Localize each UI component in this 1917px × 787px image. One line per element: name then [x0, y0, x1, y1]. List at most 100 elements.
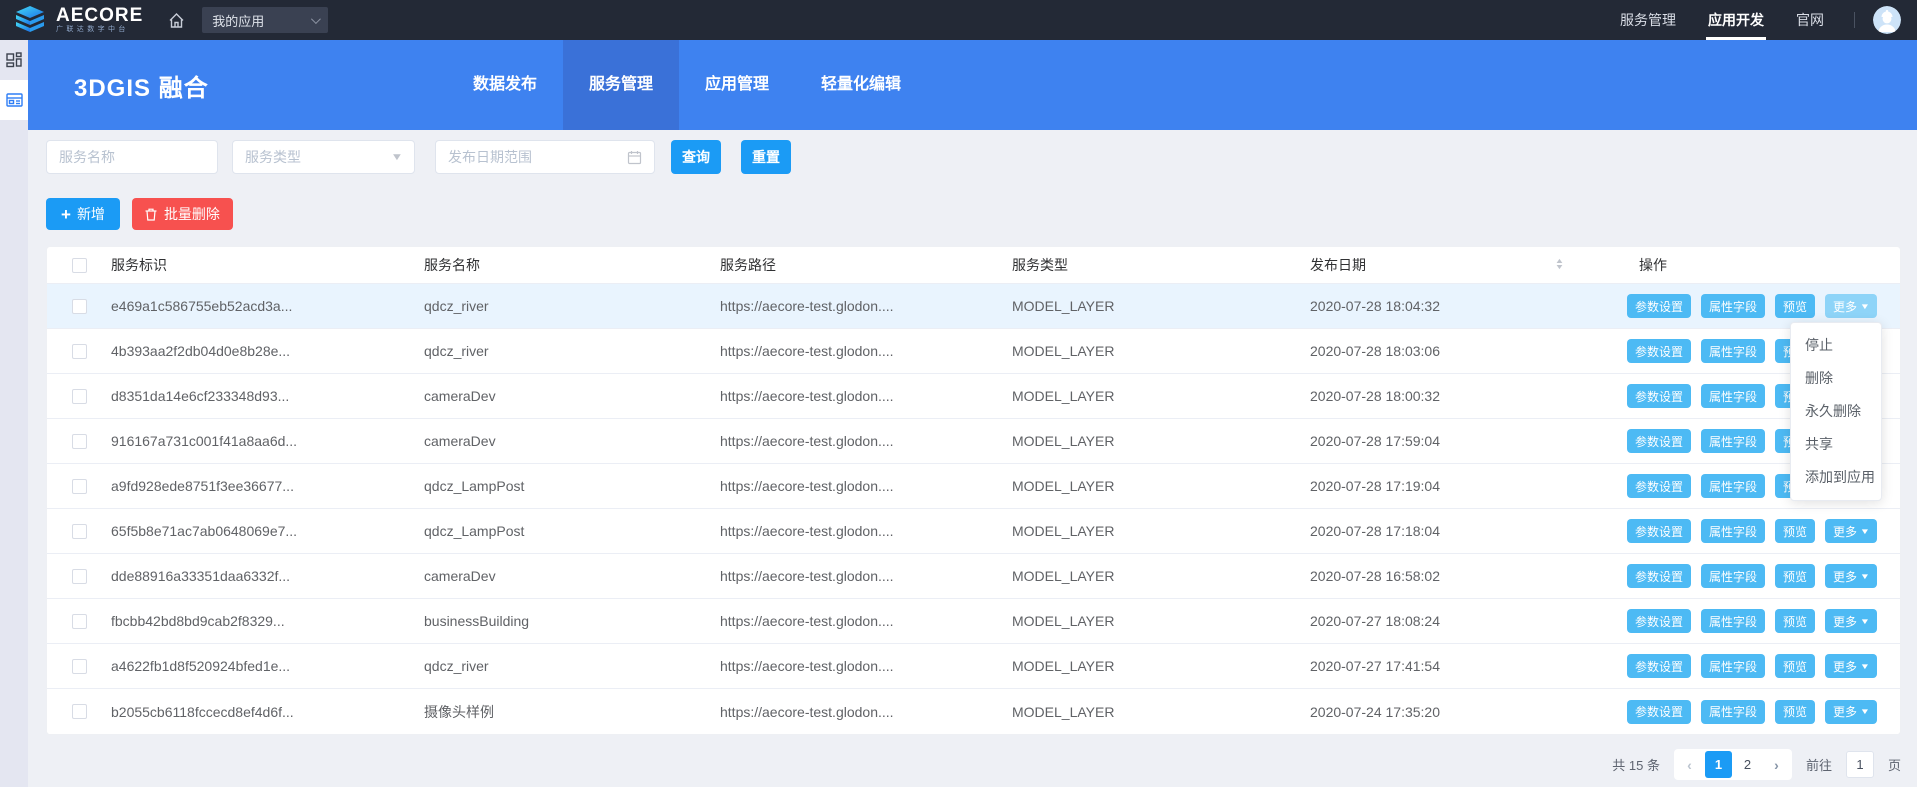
preview-button[interactable]: 预览: [1775, 654, 1815, 678]
row-checkbox[interactable]: [72, 479, 87, 494]
pagination: 共 15 条 ‹ 12 › 前往 页: [46, 749, 1901, 780]
params-button[interactable]: 参数设置: [1627, 700, 1691, 724]
row-checkbox[interactable]: [72, 614, 87, 629]
sidebar-item-services[interactable]: [0, 80, 28, 120]
user-avatar[interactable]: [1873, 6, 1901, 34]
page-numbers: 12: [1705, 751, 1761, 778]
fields-button[interactable]: 属性字段: [1701, 429, 1765, 453]
page-button[interactable]: 2: [1734, 751, 1761, 778]
caret-down-icon: ▼: [391, 152, 404, 163]
page-title: 3DGIS 融合: [74, 68, 359, 103]
column-header-service-name: 服务名称: [424, 255, 720, 275]
home-icon[interactable]: [167, 11, 186, 30]
service-name-input[interactable]: [46, 140, 218, 174]
fields-button[interactable]: 属性字段: [1701, 474, 1765, 498]
select-all-checkbox[interactable]: [72, 258, 87, 273]
topnav-link[interactable]: 官网: [1794, 0, 1826, 40]
table-row: fbcbb42bd8bd9cab2f8329...businessBuildin…: [47, 599, 1900, 644]
row-checkbox[interactable]: [72, 704, 87, 719]
cell-service-id: dde88916a33351daa6332f...: [111, 568, 424, 584]
topnav-active-link[interactable]: 应用开发: [1706, 0, 1766, 40]
cell-service-type: MODEL_LAYER: [1012, 433, 1310, 449]
params-button[interactable]: 参数设置: [1627, 564, 1691, 588]
service-type-select[interactable]: 服务类型 ▼: [232, 140, 415, 174]
page-button[interactable]: 1: [1705, 751, 1732, 778]
app-select[interactable]: 我的应用: [202, 7, 328, 33]
params-button[interactable]: 参数设置: [1627, 519, 1691, 543]
cell-service-id: a9fd928ede8751f3ee36677...: [111, 478, 424, 494]
engineer-avatar-icon: [1873, 6, 1901, 34]
prev-page-button[interactable]: ‹: [1676, 751, 1703, 778]
cell-service-name: qdcz_LampPost: [424, 523, 720, 539]
params-button[interactable]: 参数设置: [1627, 609, 1691, 633]
row-checkbox[interactable]: [72, 299, 87, 314]
toolbar: + 新增 批量删除: [46, 198, 1901, 230]
tab-item[interactable]: 数据发布: [447, 40, 563, 130]
fields-button[interactable]: 属性字段: [1701, 519, 1765, 543]
row-actions: 参数设置属性字段预览更多 ▼: [1581, 609, 1900, 633]
more-button[interactable]: 更多 ▼: [1825, 654, 1877, 678]
preview-button[interactable]: 预览: [1775, 564, 1815, 588]
more-button[interactable]: 更多 ▼: [1825, 519, 1877, 543]
more-button[interactable]: 更多 ▼: [1825, 609, 1877, 633]
menu-item[interactable]: 共享: [1791, 428, 1881, 461]
add-button[interactable]: + 新增: [46, 198, 120, 230]
caret-down-icon: ▼: [1860, 302, 1870, 311]
fields-button[interactable]: 属性字段: [1701, 564, 1765, 588]
more-button[interactable]: 更多 ▼: [1825, 564, 1877, 588]
fields-button[interactable]: 属性字段: [1701, 609, 1765, 633]
cell-service-path: https://aecore-test.glodon....: [720, 613, 1012, 629]
menu-item[interactable]: 添加到应用: [1791, 461, 1881, 494]
nav-divider: [1854, 12, 1855, 28]
cell-service-name: qdcz_LampPost: [424, 478, 720, 494]
tab-item[interactable]: 轻量化编辑: [795, 40, 927, 130]
fields-button[interactable]: 属性字段: [1701, 339, 1765, 363]
cell-publish-date: 2020-07-28 17:19:04: [1310, 478, 1581, 494]
params-button[interactable]: 参数设置: [1627, 429, 1691, 453]
menu-item[interactable]: 停止: [1791, 329, 1881, 362]
menu-item[interactable]: 永久删除: [1791, 395, 1881, 428]
row-checkbox[interactable]: [72, 434, 87, 449]
row-checkbox[interactable]: [72, 524, 87, 539]
more-button[interactable]: 更多 ▼: [1825, 700, 1877, 724]
params-button[interactable]: 参数设置: [1627, 339, 1691, 363]
caret-down-icon: ▼: [1860, 572, 1870, 581]
tab-active[interactable]: 服务管理: [563, 40, 679, 130]
total-count: 共 15 条: [1612, 755, 1660, 774]
reset-button[interactable]: 重置: [741, 140, 791, 174]
row-checkbox[interactable]: [72, 569, 87, 584]
cell-publish-date: 2020-07-27 17:41:54: [1310, 658, 1581, 674]
fields-button[interactable]: 属性字段: [1701, 384, 1765, 408]
publish-date-range-input[interactable]: 发布日期范围: [435, 140, 655, 174]
tab-item[interactable]: 应用管理: [679, 40, 795, 130]
search-button[interactable]: 查询: [671, 140, 721, 174]
row-checkbox[interactable]: [72, 389, 87, 404]
fields-button[interactable]: 属性字段: [1701, 654, 1765, 678]
params-button[interactable]: 参数设置: [1627, 654, 1691, 678]
row-checkbox[interactable]: [72, 344, 87, 359]
caret-down-icon: ▼: [1860, 617, 1870, 626]
row-checkbox[interactable]: [72, 659, 87, 674]
goto-page-input[interactable]: [1846, 751, 1874, 778]
sidebar-item-dashboard[interactable]: [0, 40, 28, 80]
batch-delete-button[interactable]: 批量删除: [132, 198, 233, 230]
preview-button[interactable]: 预览: [1775, 294, 1815, 318]
params-button[interactable]: 参数设置: [1627, 384, 1691, 408]
preview-button[interactable]: 预览: [1775, 519, 1815, 543]
fields-button[interactable]: 属性字段: [1701, 294, 1765, 318]
column-header-service-id: 服务标识: [111, 255, 424, 275]
banner-tabs: 数据发布服务管理应用管理轻量化编辑: [447, 40, 927, 130]
cell-service-name: qdcz_river: [424, 343, 720, 359]
cell-publish-date: 2020-07-28 16:58:02: [1310, 568, 1581, 584]
next-page-button[interactable]: ›: [1763, 751, 1790, 778]
more-button[interactable]: 更多 ▼: [1825, 294, 1877, 318]
fields-button[interactable]: 属性字段: [1701, 700, 1765, 724]
topnav-link[interactable]: 服务管理: [1618, 0, 1678, 40]
params-button[interactable]: 参数设置: [1627, 474, 1691, 498]
params-button[interactable]: 参数设置: [1627, 294, 1691, 318]
preview-button[interactable]: 预览: [1775, 609, 1815, 633]
preview-button[interactable]: 预览: [1775, 700, 1815, 724]
sort-carets-icon[interactable]: ▲▼: [1556, 259, 1563, 271]
row-actions: 参数设置属性字段预览更多 ▼: [1581, 519, 1900, 543]
menu-item[interactable]: 删除: [1791, 362, 1881, 395]
